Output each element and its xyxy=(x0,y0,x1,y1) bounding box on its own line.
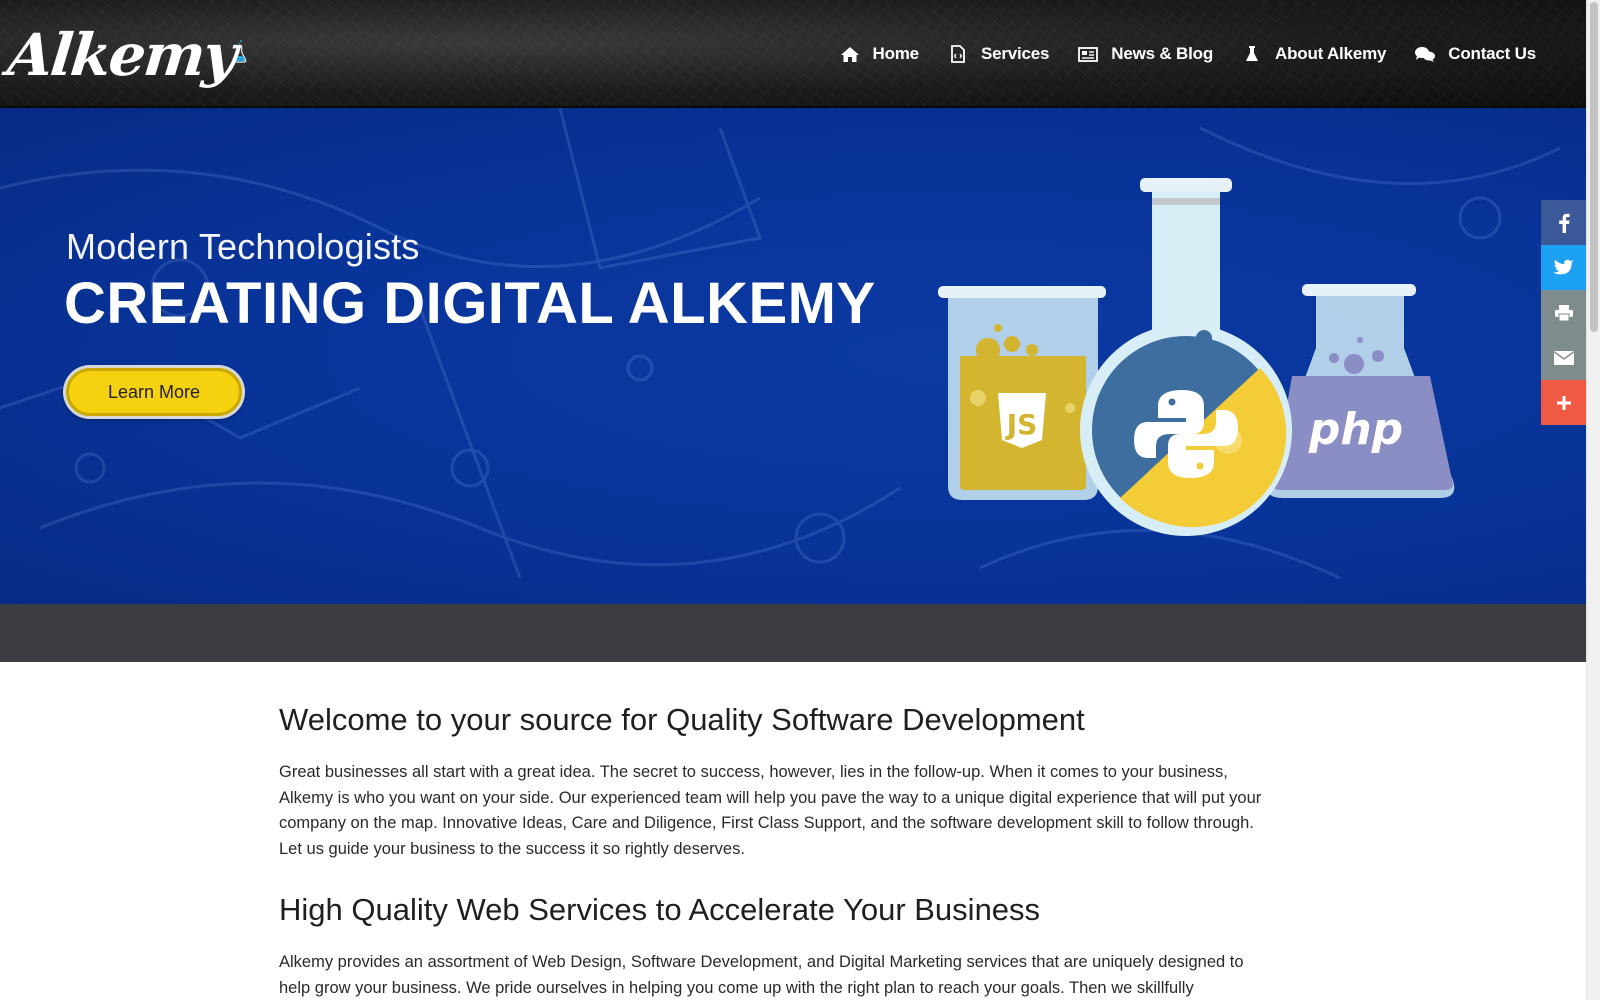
js-beaker-icon: JS xyxy=(938,286,1106,500)
services-heading: High Quality Web Services to Accelerate … xyxy=(279,892,1041,927)
svg-text:php: php xyxy=(1308,404,1403,455)
nav-news-blog[interactable]: News & Blog xyxy=(1063,40,1227,68)
nav-home-label: Home xyxy=(872,44,920,63)
hero-title: CREATING DIGITAL ALKEMY xyxy=(64,271,876,336)
twitter-icon xyxy=(1552,259,1574,274)
hero-bottom-band xyxy=(0,604,1586,662)
social-share-rail xyxy=(1541,200,1586,425)
welcome-heading: Welcome to your source for Quality Softw… xyxy=(279,702,1085,737)
welcome-paragraph: Great businesses all start with a great … xyxy=(279,760,1299,862)
svg-text:JS: JS xyxy=(1005,408,1038,441)
nav-home[interactable]: Home xyxy=(825,40,933,68)
facebook-icon xyxy=(1558,213,1570,233)
flask-icon xyxy=(1241,45,1263,63)
newspaper-icon xyxy=(1077,45,1099,63)
print-button[interactable] xyxy=(1541,290,1586,335)
services-line: help grow your business. We pride oursel… xyxy=(279,978,1194,997)
email-button[interactable] xyxy=(1541,335,1586,380)
logo-wordmark: Alkemy xyxy=(4,21,239,89)
services-line: Alkemy provides an assortment of Web Des… xyxy=(279,953,1244,971)
home-icon xyxy=(839,45,861,63)
site-header: Alkemy Home Services News & Blog About A… xyxy=(0,0,1586,108)
nav-services-label: Services xyxy=(980,44,1050,63)
page-scrollbar[interactable] xyxy=(1586,0,1600,1000)
services-paragraph: Alkemy provides an assortment of Web Des… xyxy=(279,950,1299,1000)
nav-news-blog-label: News & Blog xyxy=(1111,44,1213,63)
code-file-icon xyxy=(947,45,969,63)
print-icon xyxy=(1554,304,1573,321)
python-flask-icon xyxy=(1080,178,1292,536)
plus-icon xyxy=(1556,395,1571,410)
nav-services[interactable]: Services xyxy=(933,40,1063,68)
php-flask-icon: php xyxy=(1266,284,1455,498)
learn-more-button[interactable]: Learn More xyxy=(66,368,242,416)
scrollbar-thumb[interactable] xyxy=(1590,2,1598,332)
main-nav: Home Services News & Blog About Alkemy C… xyxy=(825,40,1551,68)
alkemy-logo[interactable]: Alkemy xyxy=(4,10,248,100)
hero-banner: Modern Technologists CREATING DIGITAL AL… xyxy=(0,108,1586,604)
welcome-line: Let us guide your business to the succes… xyxy=(279,839,745,858)
twitter-button[interactable] xyxy=(1541,245,1586,290)
hero-subtitle: Modern Technologists xyxy=(66,226,420,267)
facebook-button[interactable] xyxy=(1541,200,1586,245)
code-flasks-illustration: JS php xyxy=(938,178,1455,536)
chat-bubbles-icon xyxy=(1414,45,1436,63)
nav-contact[interactable]: Contact Us xyxy=(1400,40,1550,68)
email-icon xyxy=(1553,350,1574,365)
welcome-line: company on the map. Innovative Ideas, Ca… xyxy=(279,814,1254,832)
nav-about-label: About Alkemy xyxy=(1275,44,1387,63)
welcome-line: Alkemy is who you want on your side. Our… xyxy=(279,788,1262,807)
more-button[interactable] xyxy=(1541,380,1586,425)
nav-contact-label: Contact Us xyxy=(1448,44,1536,63)
welcome-line: Great businesses all start with a great … xyxy=(279,763,1228,781)
nav-about[interactable]: About Alkemy xyxy=(1227,40,1400,68)
